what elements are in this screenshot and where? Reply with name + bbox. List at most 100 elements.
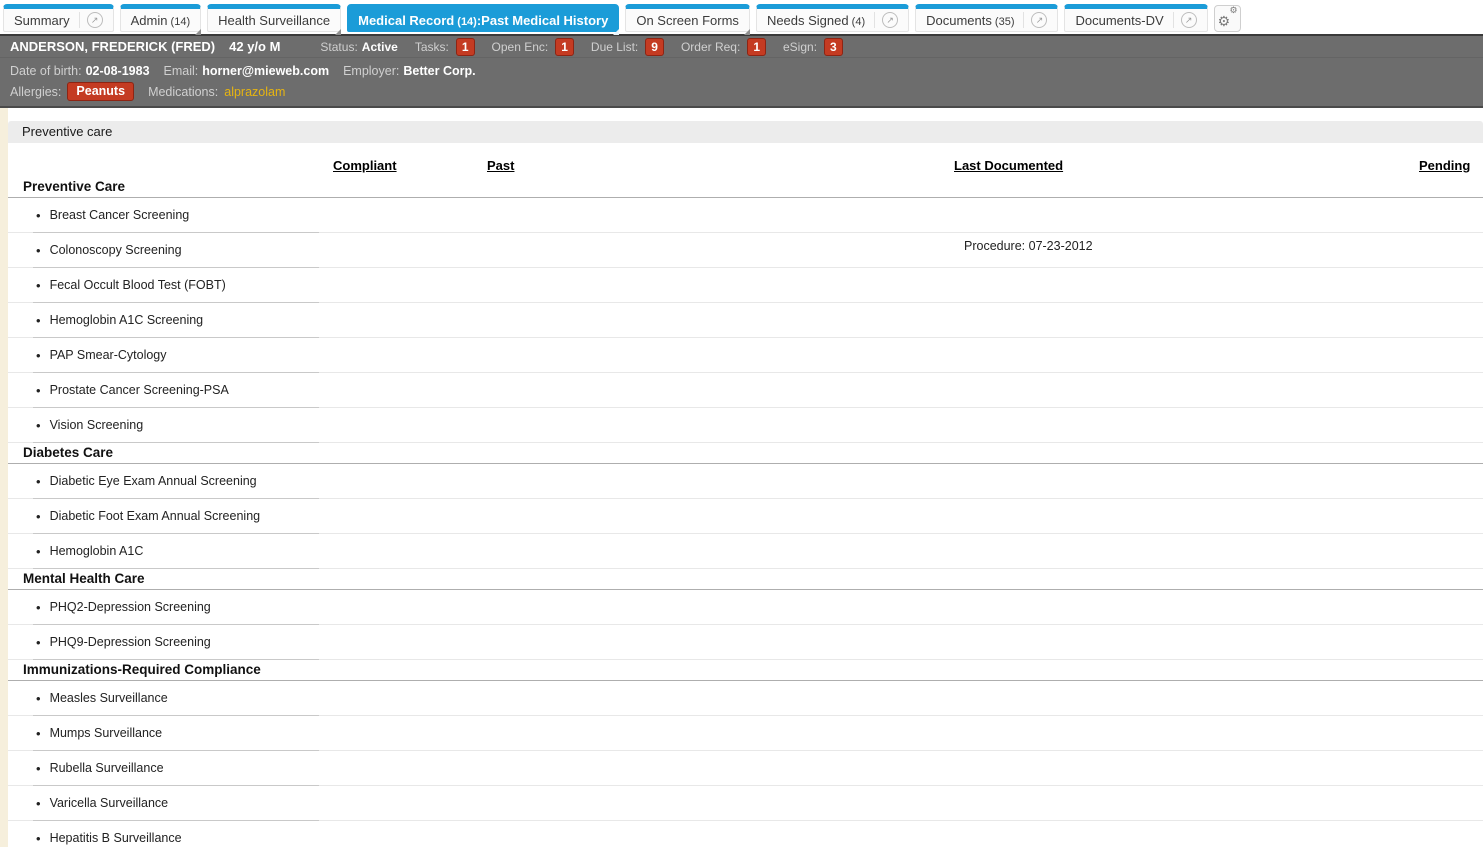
patient-details-line1: Date of birth: 02-08-1983 Email: horner@mi… xyxy=(10,60,1473,81)
medications-list: alprazolam xyxy=(218,85,285,99)
status-label: Status: xyxy=(320,39,358,54)
last-documented-cell xyxy=(954,373,1419,379)
last-documented-cell xyxy=(954,303,1419,309)
table-row[interactable]: • Mumps Surveillance xyxy=(8,716,1483,751)
column-header-compliant[interactable]: Compliant xyxy=(333,158,397,173)
employer-value: Better Corp. xyxy=(403,63,476,78)
bullet-icon: • xyxy=(36,312,41,328)
settings-button[interactable]: ⚙ ⚙ xyxy=(1213,5,1241,32)
item-name-cell: • Vision Screening xyxy=(8,408,333,443)
table-row[interactable]: • Rubella Surveillance xyxy=(8,751,1483,786)
last-documented-cell xyxy=(954,681,1419,687)
item-label: Rubella Surveillance xyxy=(49,761,164,775)
stat-due-list: Due List: 9 xyxy=(591,37,664,56)
bullet-icon: • xyxy=(36,760,41,776)
item-name-cell: • PHQ2-Depression Screening xyxy=(8,590,333,625)
stat-count-badge[interactable]: 9 xyxy=(645,37,664,56)
table-row[interactable]: • Breast Cancer Screening xyxy=(8,198,1483,233)
medication-link[interactable]: alprazolam xyxy=(224,85,285,99)
last-documented-cell xyxy=(954,338,1419,344)
column-header-last-documented[interactable]: Last Documented xyxy=(954,158,1063,173)
employer-pair: Employer: Better Corp. xyxy=(343,64,476,78)
patient-status: Status: Active xyxy=(320,40,397,54)
item-label: Diabetic Foot Exam Annual Screening xyxy=(49,509,261,523)
tab-count: (14) xyxy=(454,15,477,28)
item-name-cell: • Hepatitis B Surveillance xyxy=(8,821,333,847)
last-documented-cell xyxy=(954,716,1419,722)
allergies-list: Peanuts xyxy=(61,82,135,101)
bullet-icon: • xyxy=(36,417,41,433)
table-row[interactable]: • Colonoscopy Screening Procedure: 07-23-2… xyxy=(8,233,1483,268)
tab-divider xyxy=(78,12,80,28)
item-name-cell: • Prostate Cancer Screening-PSA xyxy=(8,373,333,408)
table-row[interactable]: • Fecal Occult Blood Test (FOBT) xyxy=(8,268,1483,303)
patient-summary-row: ANDERSON, FREDERICK (FRED) 42 y/o M Stat… xyxy=(0,36,1483,58)
column-header-past[interactable]: Past xyxy=(487,158,514,173)
stat-count-badge[interactable]: 1 xyxy=(555,37,574,56)
table-row[interactable]: • Varicella Surveillance xyxy=(8,786,1483,821)
item-name-cell: • PHQ9-Depression Screening xyxy=(8,625,333,660)
table-row[interactable]: • Measles Surveillance xyxy=(8,681,1483,716)
group-header-immunizations-required-compliance: Immunizations-Required Compliance xyxy=(8,660,1483,681)
group-header-preventive-care: Preventive Care xyxy=(8,177,1483,198)
table-row[interactable]: • PHQ2-Depression Screening xyxy=(8,590,1483,625)
stat-label: Open Enc: xyxy=(491,39,549,54)
bullet-icon: • xyxy=(36,725,41,741)
tab-medical-record[interactable]: Medical Record (14):Past Medical History xyxy=(347,4,620,35)
table-row[interactable]: • Hemoglobin A1C Screening xyxy=(8,303,1483,338)
table-header-row: Compliant Past Last Documented Pending xyxy=(8,153,1483,177)
email-label: Email: xyxy=(163,63,199,78)
tab-admin[interactable]: Admin (14) xyxy=(119,4,202,35)
column-header-pending[interactable]: Pending xyxy=(1419,158,1470,173)
table-row[interactable]: • Diabetic Foot Exam Annual Screening xyxy=(8,499,1483,534)
tab-divider xyxy=(1172,12,1174,28)
tab-health-surveillance[interactable]: Health Surveillance xyxy=(207,4,342,35)
patient-details-line2: Allergies: Peanuts Medications: alprazol… xyxy=(10,81,1473,102)
item-label: PAP Smear-Cytology xyxy=(49,348,167,362)
column-header-lastdocumented-cell: Last Documented xyxy=(954,158,1419,173)
bullet-icon: • xyxy=(36,473,41,489)
email-value: horner@mieweb.com xyxy=(202,63,330,78)
dob-label: Date of birth: xyxy=(10,63,82,78)
item-name-cell: • Rubella Surveillance xyxy=(8,751,333,786)
table-row[interactable]: • PAP Smear-Cytology xyxy=(8,338,1483,373)
tab-documents[interactable]: Documents (35) ↗ xyxy=(915,4,1059,32)
tab-fold-corner-icon xyxy=(335,29,342,35)
gear-icon-small: ⚙ xyxy=(1229,5,1238,15)
table-row[interactable]: • Hepatitis B Surveillance xyxy=(8,821,1483,847)
patient-name: ANDERSON, FREDERICK (FRED) xyxy=(10,39,216,54)
tab-count: (14) xyxy=(167,15,191,28)
tab-divider xyxy=(874,12,876,28)
tab-on-screen-forms[interactable]: On Screen Forms xyxy=(625,4,750,35)
last-documented-cell xyxy=(954,821,1419,827)
tab-label: Summary xyxy=(14,12,70,28)
table-row[interactable]: • Prostate Cancer Screening-PSA xyxy=(8,373,1483,408)
open-in-popup-icon[interactable]: ↗ xyxy=(86,12,103,28)
main-content: Preventive care Compliant Past Last Docu… xyxy=(8,108,1483,847)
open-in-popup-icon[interactable]: ↗ xyxy=(882,12,899,28)
tab-label: Documents-DV xyxy=(1075,12,1164,28)
item-label: PHQ2-Depression Screening xyxy=(49,600,211,614)
stat-count-badge[interactable]: 1 xyxy=(455,37,475,56)
tab-count: (35) xyxy=(991,15,1015,28)
open-in-popup-icon[interactable]: ↗ xyxy=(1180,12,1197,28)
bullet-icon: • xyxy=(36,830,41,846)
stat-count-badge[interactable]: 1 xyxy=(747,37,766,56)
item-label: Varicella Surveillance xyxy=(49,796,169,810)
tab-needs-signed[interactable]: Needs Signed (4) ↗ xyxy=(755,4,910,32)
tab-summary[interactable]: Summary ↗ xyxy=(3,4,114,32)
last-documented-cell xyxy=(954,268,1419,274)
stat-count-badge[interactable]: 3 xyxy=(824,37,843,56)
item-label: Vision Screening xyxy=(49,418,144,432)
bullet-icon: • xyxy=(36,508,41,524)
table-row[interactable]: • Hemoglobin A1C xyxy=(8,534,1483,569)
allergy-badge[interactable]: Peanuts xyxy=(67,82,135,101)
item-label: Colonoscopy Screening xyxy=(49,243,182,257)
table-row[interactable]: • PHQ9-Depression Screening xyxy=(8,625,1483,660)
last-documented-cell xyxy=(954,590,1419,596)
open-in-popup-icon[interactable]: ↗ xyxy=(1031,12,1048,28)
table-row[interactable]: • Diabetic Eye Exam Annual Screening xyxy=(8,464,1483,499)
table-row[interactable]: • Vision Screening xyxy=(8,408,1483,443)
tab-documents-dv[interactable]: Documents-DV ↗ xyxy=(1064,4,1208,32)
bullet-icon: • xyxy=(36,795,41,811)
